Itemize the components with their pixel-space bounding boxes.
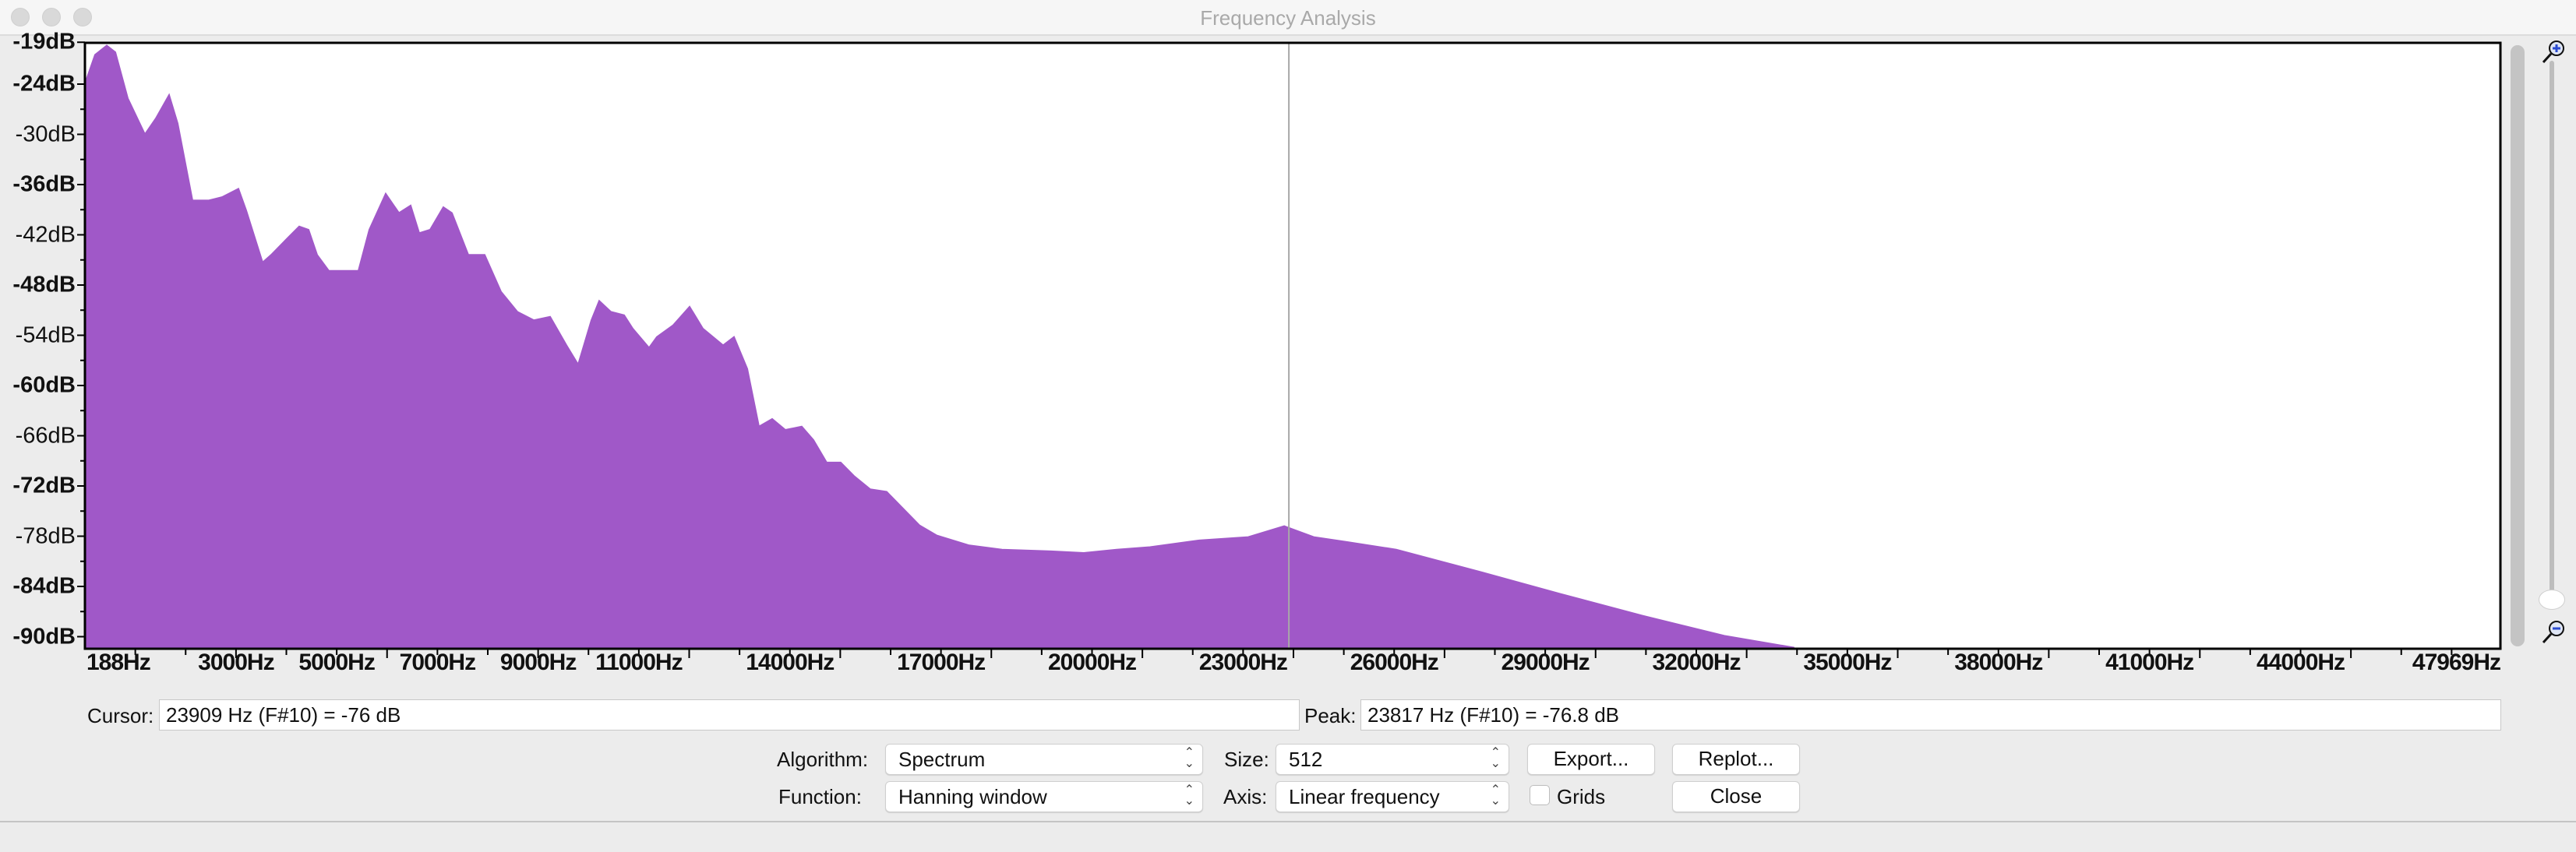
function-select[interactable]: Hanning window ⌃ ⌄ bbox=[885, 781, 1203, 812]
algorithm-select[interactable]: Spectrum ⌃ ⌄ bbox=[885, 744, 1203, 775]
x-tick-label: 35000Hz bbox=[1803, 650, 1892, 675]
export-button[interactable]: Export... bbox=[1527, 744, 1655, 775]
cursor-readout-field[interactable]: 23909 Hz (F#10) = -76 dB bbox=[159, 699, 1300, 731]
spectrum-plot[interactable] bbox=[0, 0, 2576, 701]
x-tick-label: 5000Hz bbox=[298, 650, 375, 675]
axis-label: Axis: bbox=[1223, 785, 1268, 808]
stepper-chevrons-icon: ⌃ ⌄ bbox=[1184, 783, 1194, 808]
x-tick-label: 9000Hz bbox=[499, 650, 577, 675]
x-tick-label: 47969Hz bbox=[2412, 650, 2501, 675]
function-value: Hanning window bbox=[898, 785, 1047, 808]
peak-label: Peak: bbox=[1304, 704, 1357, 727]
cursor-label: Cursor: bbox=[87, 704, 154, 727]
replot-button[interactable]: Replot... bbox=[1672, 744, 1800, 775]
algorithm-label: Algorithm: bbox=[777, 748, 869, 771]
algorithm-value: Spectrum bbox=[898, 748, 986, 771]
size-select[interactable]: 512 ⌃ ⌄ bbox=[1276, 744, 1509, 775]
x-tick-label: 14000Hz bbox=[746, 650, 835, 675]
x-tick-label: 188Hz bbox=[86, 650, 151, 675]
x-tick-label: 17000Hz bbox=[897, 650, 986, 675]
x-tick-label: 44000Hz bbox=[2256, 650, 2345, 675]
x-tick-label: 11000Hz bbox=[595, 650, 683, 675]
x-tick-label: 38000Hz bbox=[1954, 650, 2043, 675]
close-button[interactable]: Close bbox=[1672, 781, 1800, 812]
zoom-out-icon[interactable] bbox=[2540, 619, 2567, 646]
x-tick-label: 32000Hz bbox=[1652, 650, 1741, 675]
stepper-chevrons-icon: ⌃ ⌄ bbox=[1490, 746, 1501, 770]
size-value: 512 bbox=[1289, 748, 1323, 771]
axis-value: Linear frequency bbox=[1289, 785, 1440, 808]
size-label: Size: bbox=[1224, 748, 1269, 771]
zoom-slider-track[interactable] bbox=[2550, 61, 2554, 598]
zoom-slider-thumb[interactable] bbox=[2539, 590, 2565, 610]
stepper-chevrons-icon: ⌃ ⌄ bbox=[1490, 783, 1501, 808]
status-bar bbox=[0, 821, 2576, 852]
grids-checkbox[interactable] bbox=[1530, 785, 1550, 805]
peak-readout-field[interactable]: 23817 Hz (F#10) = -76.8 dB bbox=[1360, 699, 2501, 731]
x-tick-label: 7000Hz bbox=[399, 650, 476, 675]
x-tick-label: 3000Hz bbox=[198, 650, 274, 675]
vertical-scrollbar[interactable] bbox=[2511, 45, 2525, 646]
x-tick-label: 29000Hz bbox=[1501, 650, 1590, 675]
x-tick-label: 20000Hz bbox=[1047, 650, 1137, 675]
grids-label: Grids bbox=[1557, 785, 1606, 808]
function-label: Function: bbox=[778, 785, 862, 808]
x-tick-label: 41000Hz bbox=[2105, 650, 2194, 675]
x-tick-label: 23000Hz bbox=[1198, 650, 1288, 675]
x-tick-label: 26000Hz bbox=[1350, 650, 1439, 675]
stepper-chevrons-icon: ⌃ ⌄ bbox=[1184, 746, 1194, 770]
axis-select[interactable]: Linear frequency ⌃ ⌄ bbox=[1276, 781, 1509, 812]
